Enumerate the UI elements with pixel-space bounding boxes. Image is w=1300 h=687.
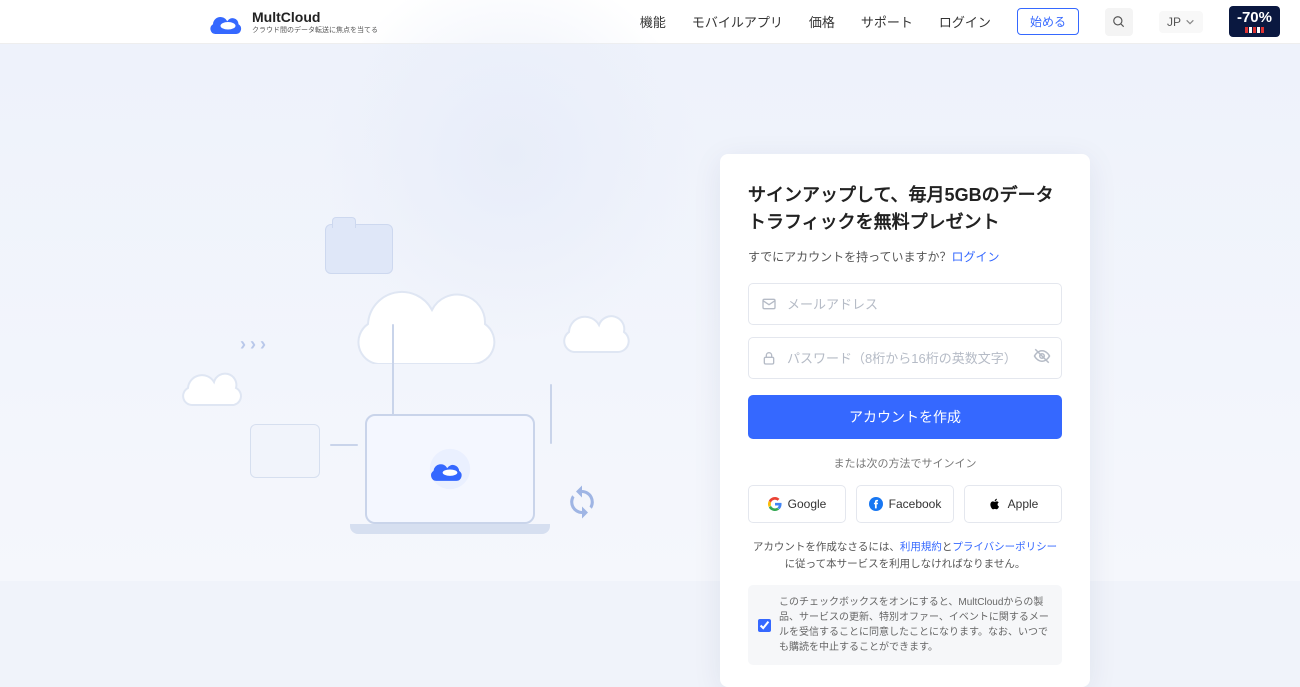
search-button[interactable] (1105, 8, 1133, 36)
cloud-tiny-icon (180, 364, 250, 408)
privacy-link[interactable]: プライバシーポリシー (952, 541, 1057, 553)
signup-title: サインアップして、毎月5GBのデータトラフィックを無料プレゼント (748, 182, 1062, 236)
facebook-signin-button[interactable]: Facebook (856, 485, 954, 523)
consent-box: このチェックボックスをオンにすると、MultCloudからの製品、サービスの更新… (748, 585, 1062, 665)
chevron-down-icon (1185, 17, 1195, 27)
lock-icon (761, 350, 777, 366)
social-signin-row: Google Facebook Apple (748, 485, 1062, 523)
terms-text: アカウントを作成なさるには、利用規約とプライバシーポリシーに従って本サービスを利… (748, 539, 1062, 573)
consent-text: このチェックボックスをオンにすると、MultCloudからの製品、サービスの更新… (779, 595, 1052, 655)
eye-off-icon (1033, 347, 1051, 365)
create-account-button[interactable]: アカウントを作成 (748, 395, 1062, 439)
nav-support[interactable]: サポート (861, 12, 913, 31)
language-selector[interactable]: JP (1159, 11, 1203, 33)
email-input[interactable] (787, 297, 1049, 312)
login-link[interactable]: ログイン (952, 250, 1000, 264)
apple-icon (988, 497, 1002, 511)
email-icon (761, 296, 777, 312)
laptop-icon (350, 414, 550, 544)
signup-card: サインアップして、毎月5GBのデータトラフィックを無料プレゼント すでにアカウン… (720, 154, 1090, 687)
toggle-password-visibility[interactable] (1033, 347, 1051, 370)
lang-label: JP (1167, 15, 1181, 29)
start-button[interactable]: 始める (1017, 8, 1079, 35)
google-signin-button[interactable]: Google (748, 485, 846, 523)
nav-login[interactable]: ログイン (939, 12, 991, 31)
terms-link[interactable]: 利用規約 (900, 541, 942, 553)
app-cloud-icon (428, 447, 472, 491)
brand-tagline: クラウド間のデータ転送に焦点を当てる (252, 25, 378, 35)
hero-illustration: ››› (220, 224, 660, 584)
email-field-wrap (748, 283, 1062, 325)
promo-badge[interactable]: -70% (1229, 6, 1280, 37)
nav-pricing[interactable]: 価格 (809, 12, 835, 31)
already-have-account: すでにアカウントを持っていますか？ログイン (748, 248, 1062, 265)
brand-name: MultCloud (252, 9, 378, 25)
apple-signin-button[interactable]: Apple (964, 485, 1062, 523)
cloud-big-icon (350, 264, 520, 364)
promo-stripes-icon (1245, 27, 1264, 33)
nav-mobile[interactable]: モバイルアプリ (692, 12, 783, 31)
arrows-icon: ››› (240, 334, 270, 355)
wire-icon (550, 384, 552, 444)
server-box-icon (250, 424, 320, 478)
promo-label: -70% (1237, 10, 1272, 25)
sync-icon (564, 484, 600, 520)
or-divider: または次の方法でサインイン (748, 455, 1062, 471)
password-field-wrap (748, 337, 1062, 379)
nav: 機能 モバイルアプリ 価格 サポート ログイン 始める JP -70% (640, 6, 1280, 37)
cloud-small-icon (560, 304, 640, 354)
search-icon (1112, 15, 1126, 29)
consent-checkbox[interactable] (758, 596, 771, 655)
logo-icon (210, 9, 246, 35)
logo[interactable]: MultCloud クラウド間のデータ転送に焦点を当てる (210, 9, 378, 35)
wire-icon (392, 324, 394, 416)
google-icon (768, 497, 782, 511)
facebook-icon (869, 497, 883, 511)
password-input[interactable] (787, 351, 1049, 366)
hero: ››› サインアップして、毎月5GBのデータトラフィックを無料プレゼント すでに… (0, 44, 1300, 581)
